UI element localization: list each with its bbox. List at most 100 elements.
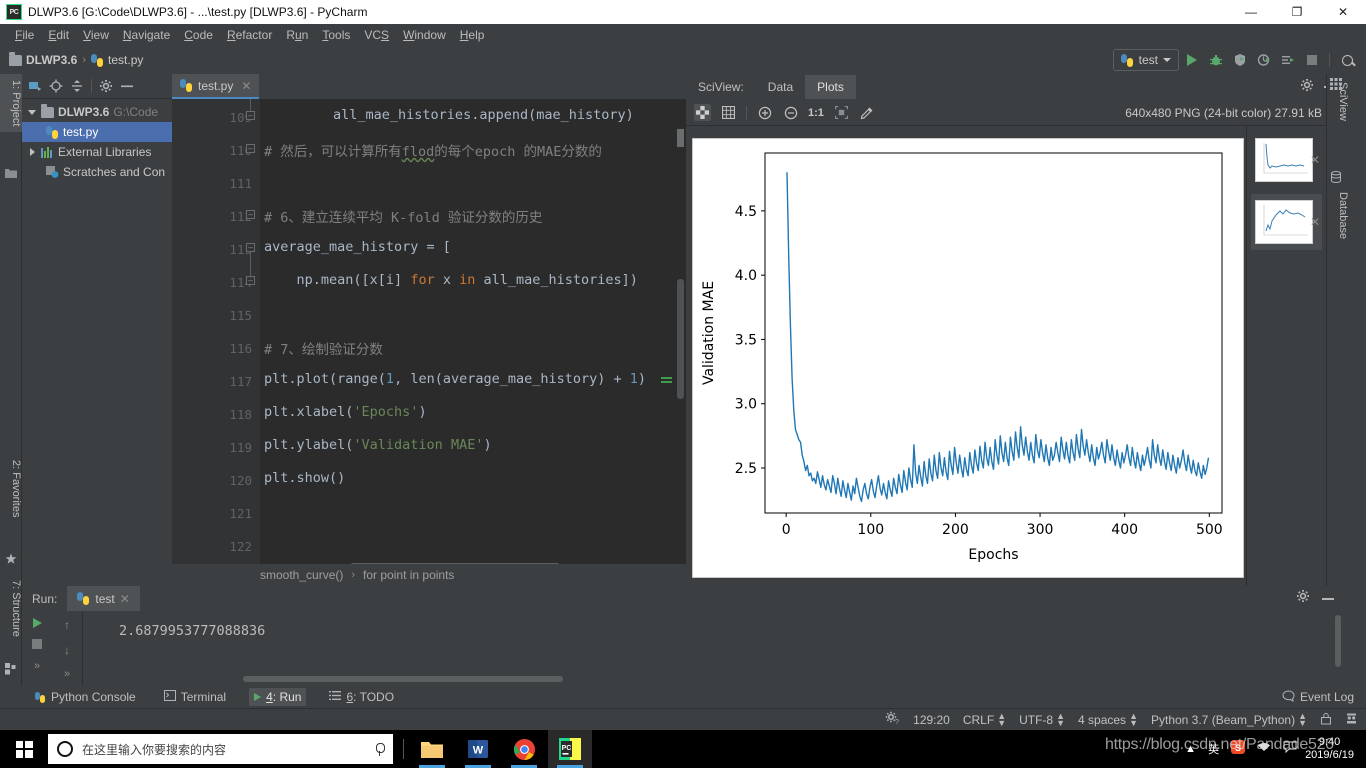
file-encoding[interactable]: UTF-8	[1019, 713, 1053, 727]
close-icon[interactable]: ✕	[1310, 215, 1320, 229]
start-button[interactable]	[0, 730, 48, 768]
plot-thumbnail-1[interactable]: ✕	[1251, 132, 1322, 188]
locate-icon[interactable]	[49, 79, 63, 93]
menu-help[interactable]: Help	[453, 26, 492, 44]
line-number: 119	[229, 440, 252, 455]
minimize-button[interactable]: —	[1228, 0, 1274, 24]
breadcrumb-function[interactable]: smooth_curve()	[260, 568, 343, 582]
fold-marker[interactable]: –	[246, 111, 255, 120]
breadcrumb-project[interactable]: DLWP3.6	[6, 51, 80, 67]
run-console[interactable]: 2.6879953777088836	[82, 611, 1344, 686]
menu-refactor[interactable]: Refactor	[220, 26, 279, 44]
plot-thumbnail-2[interactable]: ✕	[1251, 194, 1322, 250]
fold-marker[interactable]: –	[246, 210, 255, 219]
chevron-right-icon[interactable]	[28, 147, 37, 157]
sidebar-item-database[interactable]: Database	[1327, 186, 1349, 245]
color-picker-icon[interactable]	[859, 104, 876, 121]
code-text-area[interactable]: all_mae_histories.append(mae_history) # …	[260, 99, 686, 586]
stop-button[interactable]	[32, 639, 42, 649]
run-with-console-button[interactable]	[1277, 49, 1299, 71]
line-separator[interactable]: CRLF	[963, 713, 994, 727]
search-everywhere-button[interactable]	[1336, 49, 1358, 71]
select-opened-file-icon[interactable]	[28, 79, 42, 93]
run-button[interactable]	[1181, 49, 1203, 71]
caret-position[interactable]: 129:20	[913, 713, 950, 727]
sidebar-item-favorites[interactable]: 2: Favorites	[0, 454, 22, 523]
fit-icon[interactable]	[833, 104, 850, 121]
rerun-button[interactable]	[32, 618, 42, 628]
coverage-button[interactable]	[1229, 49, 1251, 71]
console-vertical-scrollbar[interactable]	[1335, 615, 1341, 667]
menu-window[interactable]: Window	[396, 26, 453, 44]
fold-marker[interactable]: –	[246, 243, 255, 252]
tree-node-scratches[interactable]: Scratches and Con	[22, 162, 172, 182]
taskbar-pycharm[interactable]: PC	[548, 730, 592, 768]
lock-icon[interactable]	[1320, 712, 1332, 728]
menu-view[interactable]: View	[76, 26, 116, 44]
python-interpreter[interactable]: Python 3.7 (Beam_Python)	[1151, 713, 1295, 727]
close-button[interactable]: ✕	[1320, 0, 1366, 24]
chevron-down-icon[interactable]	[28, 108, 37, 117]
zoom-out-icon[interactable]	[782, 104, 799, 121]
sidebar-item-run[interactable]: 4: Run	[249, 688, 307, 706]
editor-vertical-scrollbar[interactable]	[677, 279, 684, 399]
breadcrumb-file[interactable]: test.py	[88, 53, 146, 67]
sidebar-item-python-console[interactable]: Python Console	[30, 688, 141, 706]
menu-navigate[interactable]: Navigate	[116, 26, 177, 44]
menu-run[interactable]: Run	[279, 26, 315, 44]
sidebar-item-structure[interactable]: 7: Structure	[0, 574, 22, 643]
maximize-button[interactable]: ❐	[1274, 0, 1320, 24]
sidebar-item-terminal[interactable]: Terminal	[159, 688, 231, 706]
run-configuration-label: test	[1138, 53, 1158, 67]
up-button[interactable]: ↑	[64, 618, 70, 632]
close-icon[interactable]: ✕	[1310, 153, 1320, 167]
actual-size-label[interactable]: 1:1	[808, 104, 824, 121]
sidebar-item-todo[interactable]: 6: TODO	[324, 688, 399, 706]
inspector-icon[interactable]	[1345, 712, 1358, 728]
indent-setting[interactable]: 4 spaces	[1078, 713, 1126, 727]
expand-button[interactable]: »	[34, 660, 40, 672]
soft-wrap-button[interactable]: »	[64, 668, 70, 680]
microphone-icon[interactable]	[375, 742, 385, 756]
run-tab-test[interactable]: test ✕	[67, 586, 140, 611]
taskbar-word[interactable]: W	[456, 730, 500, 768]
menu-vcs[interactable]: VCS	[357, 26, 396, 44]
collapse-all-icon[interactable]	[70, 79, 84, 93]
transparency-grid-icon[interactable]	[694, 104, 711, 121]
stop-button[interactable]	[1301, 49, 1323, 71]
taskbar-search-box[interactable]: 在这里输入你要搜索的内容	[48, 734, 393, 764]
tab-data[interactable]: Data	[756, 75, 805, 99]
close-icon[interactable]: ✕	[120, 592, 130, 606]
taskbar-file-explorer[interactable]	[410, 730, 454, 768]
tab-plots[interactable]: Plots	[805, 75, 856, 99]
menu-tools[interactable]: Tools	[315, 26, 357, 44]
tree-node-testpy[interactable]: test.py	[22, 122, 172, 142]
matplotlib-figure[interactable]: 2.5 3.0 3.5 4.0 4.5 0 100 200 300 400 500 Epochs Val…	[692, 138, 1244, 578]
hide-icon[interactable]	[120, 79, 134, 93]
grid-icon[interactable]	[720, 104, 737, 121]
close-icon[interactable]: ✕	[241, 79, 251, 93]
settings-icon[interactable]	[99, 79, 113, 93]
menu-file[interactable]: FFileile	[8, 26, 41, 44]
fold-marker[interactable]: –	[246, 144, 255, 153]
hide-icon[interactable]	[1322, 597, 1334, 600]
menu-edit[interactable]: Edit	[41, 26, 76, 44]
tree-node-dlwp36[interactable]: DLWP3.6 G:\Code	[22, 102, 172, 122]
breadcrumb-statement[interactable]: for point in points	[363, 568, 454, 582]
settings-icon[interactable]	[1296, 589, 1310, 608]
event-log-button[interactable]: Event Log	[1282, 689, 1366, 705]
settings-icon[interactable]	[1300, 78, 1314, 97]
debug-button[interactable]	[1205, 49, 1227, 71]
console-horizontal-scrollbar[interactable]	[243, 676, 563, 682]
background-tasks-icon[interactable]: ?	[885, 711, 900, 728]
tab-test-py[interactable]: test.py ✕	[172, 74, 260, 99]
taskbar-chrome[interactable]	[502, 730, 546, 768]
down-button[interactable]: ↓	[64, 643, 70, 657]
sidebar-item-project[interactable]: 1: Project	[0, 74, 22, 133]
menu-code[interactable]: Code	[177, 26, 220, 44]
editor-gutter[interactable]: 109 110 111 112 113 114 115 116 117 118 …	[172, 99, 260, 586]
zoom-in-icon[interactable]	[756, 104, 773, 121]
tree-node-external-libraries[interactable]: External Libraries	[22, 142, 172, 162]
run-configuration-selector[interactable]: test	[1112, 49, 1179, 71]
profile-button[interactable]	[1253, 49, 1275, 71]
